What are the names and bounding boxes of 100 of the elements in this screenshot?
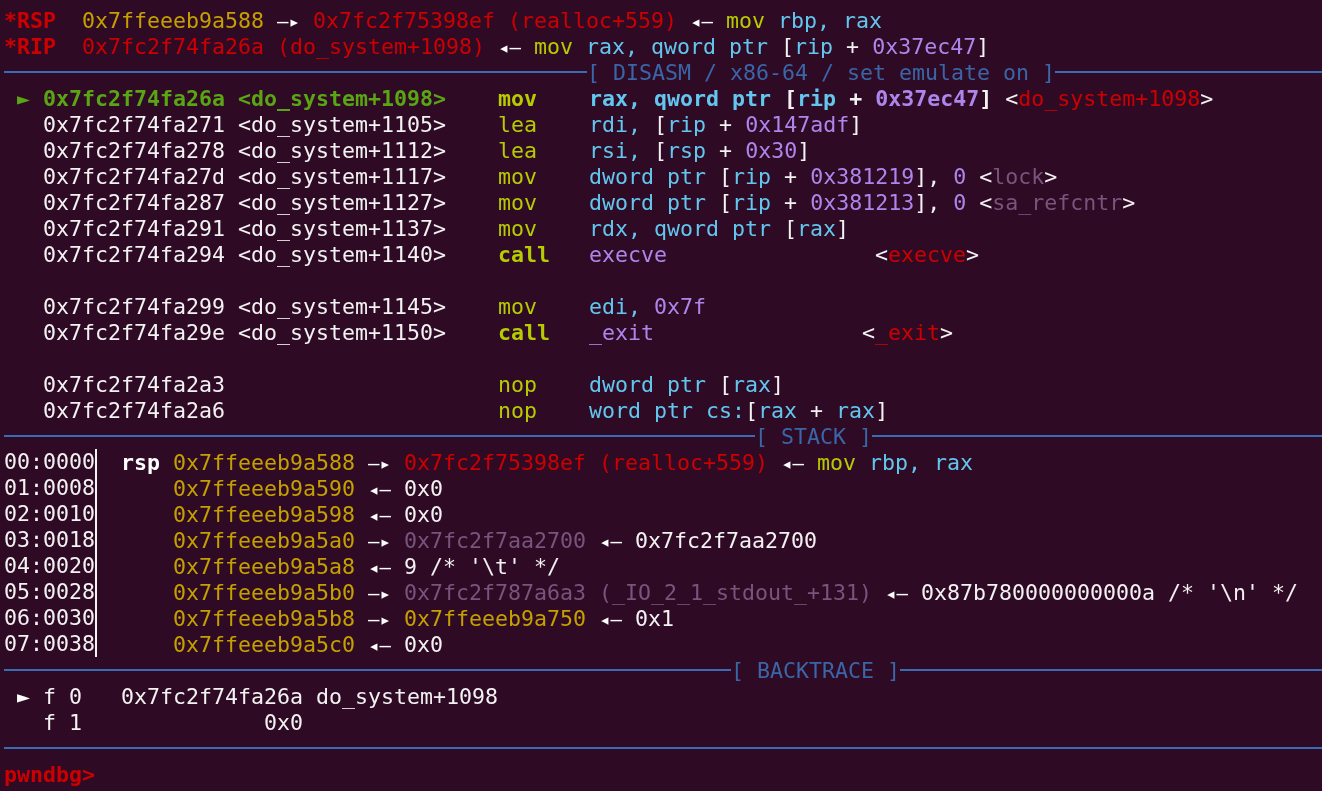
instruction-address: 0x7fc2f74fa26a — [43, 85, 225, 111]
code-reference: execve — [888, 241, 967, 267]
operand: rax, — [589, 85, 642, 111]
stack-offset: 00:0000 — [4, 449, 97, 475]
code-reference: (realloc+559) — [598, 449, 768, 475]
punctuation: ] — [849, 111, 863, 137]
mnemonic: mov — [498, 293, 538, 319]
value-text: 0x0 — [403, 631, 443, 657]
number-literal: execve — [589, 241, 668, 267]
pointer-arrow: —▸ — [368, 607, 391, 630]
operand: rip — [732, 163, 772, 189]
punctuation: + — [849, 85, 863, 111]
operand: word ptr cs: — [589, 397, 746, 423]
operand: rbp, — [868, 449, 921, 475]
pointer-arrow: ◂— — [885, 581, 908, 604]
number-literal: _exit — [589, 319, 655, 345]
operand: qword ptr — [654, 85, 772, 111]
instruction-address: 0x7fc2f74fa278 — [43, 137, 225, 163]
operand: dword ptr — [589, 189, 707, 215]
section-title: [ DISASM / x86-64 / set emulate on ] — [586, 59, 1055, 85]
operand: rsi, — [589, 137, 642, 163]
data-reference: sa_refcntr — [992, 189, 1123, 215]
number-literal: 0x37ec47 — [872, 33, 977, 59]
symbol-offset: <do_system+1150> — [238, 319, 447, 345]
pointer-arrow: ◂— — [368, 477, 391, 500]
data-reference: 0x7fc2f787a6a3 — [403, 579, 586, 605]
operand: rax — [758, 397, 798, 423]
operand: rax — [797, 215, 837, 241]
symbol-offset: <do_system+1140> — [238, 241, 447, 267]
pointer-arrow: ◂— — [368, 633, 391, 656]
punctuation: < — [862, 319, 876, 345]
frame-address: 0x7fc2f74fa26a — [121, 683, 303, 709]
pointer-arrow: —▸ — [277, 9, 300, 32]
punctuation: ] — [797, 137, 811, 163]
number-literal: 0x147adf — [745, 111, 850, 137]
operand: dword ptr — [589, 163, 707, 189]
stack-offset: 06:0030 — [4, 605, 97, 631]
operand: dword ptr — [589, 371, 707, 397]
punctuation: [ — [654, 137, 668, 163]
operand: qword ptr — [654, 215, 772, 241]
symbol-offset: <do_system+1105> — [238, 111, 447, 137]
pointer-arrow: —▸ — [368, 451, 391, 474]
punctuation: > — [966, 241, 980, 267]
instruction-address: 0x7fc2f74fa2a3 — [43, 371, 225, 397]
punctuation: [ — [784, 215, 798, 241]
code-reference: (realloc+559) — [507, 7, 677, 33]
code-reference: _exit — [875, 319, 941, 345]
punctuation: + — [719, 137, 733, 163]
value-text: 0x0 — [403, 501, 443, 527]
code-reference: 0x7fc2f75398ef — [403, 449, 586, 475]
punctuation: > — [1122, 189, 1136, 215]
stack-address: 0x7ffeeeb9a5b8 — [173, 605, 355, 631]
mnemonic: nop — [498, 371, 538, 397]
data-reference: (_IO_2_1_stdout_+131) — [598, 579, 872, 605]
punctuation: + — [719, 111, 733, 137]
stack-offset: 05:0028 — [4, 579, 97, 605]
punctuation: ] — [836, 215, 850, 241]
pointer-arrow: ◂— — [690, 9, 713, 32]
register-label: rsp — [121, 449, 161, 475]
punctuation: > — [1044, 163, 1058, 189]
operand: rsp — [667, 137, 707, 163]
punctuation: ] — [976, 33, 990, 59]
code-reference: 0x7fc2f75398ef — [312, 7, 495, 33]
punctuation: < — [979, 163, 993, 189]
number-literal: 0x381213 — [810, 189, 915, 215]
punctuation: [ — [719, 371, 733, 397]
stack-address: 0x7ffeeeb9a5a8 — [173, 553, 355, 579]
stack-offset: 02:0010 — [4, 501, 97, 527]
mnemonic: call — [498, 319, 551, 345]
instruction-address: 0x7fc2f74fa287 — [43, 189, 225, 215]
value-text: 0x1 — [634, 605, 674, 631]
stack-address: 0x7ffeeeb9a588 — [82, 7, 264, 33]
data-reference: lock — [992, 163, 1045, 189]
pointer-arrow: —▸ — [368, 581, 391, 604]
pointer-arrow: ◂— — [368, 555, 391, 578]
value-text: 0x87b780000000000a /* '\n' */ — [920, 579, 1298, 605]
section-title: [ STACK ] — [755, 423, 872, 449]
stack-address: 0x7ffeeeb9a750 — [403, 605, 586, 631]
punctuation: + — [810, 397, 824, 423]
stack-address: 0x7ffeeeb9a5c0 — [173, 631, 355, 657]
punctuation: [ — [719, 189, 733, 215]
operand: rax, — [586, 33, 638, 59]
operand: rax — [842, 7, 882, 33]
stack-address: 0x7ffeeeb9a5a0 — [173, 527, 355, 553]
prompt: pwndbg> — [4, 761, 95, 787]
pointer-arrow: —▸ — [368, 529, 391, 552]
number-literal: 0x30 — [745, 137, 798, 163]
operand: rip — [667, 111, 707, 137]
punctuation: [ — [781, 33, 795, 59]
symbol-offset: <do_system+1117> — [238, 163, 447, 189]
mnemonic: mov — [816, 449, 856, 475]
stack-offset: 03:0018 — [4, 527, 97, 553]
operand: rax — [836, 397, 876, 423]
register-name: *RSP — [4, 7, 57, 33]
operand: rip — [732, 189, 772, 215]
code-reference: (do_system+1098) — [277, 33, 486, 59]
mnemonic: mov — [498, 215, 538, 241]
operand: rdi, — [589, 111, 642, 137]
value-text: 9 /* '\t' */ — [403, 553, 560, 579]
instruction-address: 0x7fc2f74fa271 — [43, 111, 225, 137]
